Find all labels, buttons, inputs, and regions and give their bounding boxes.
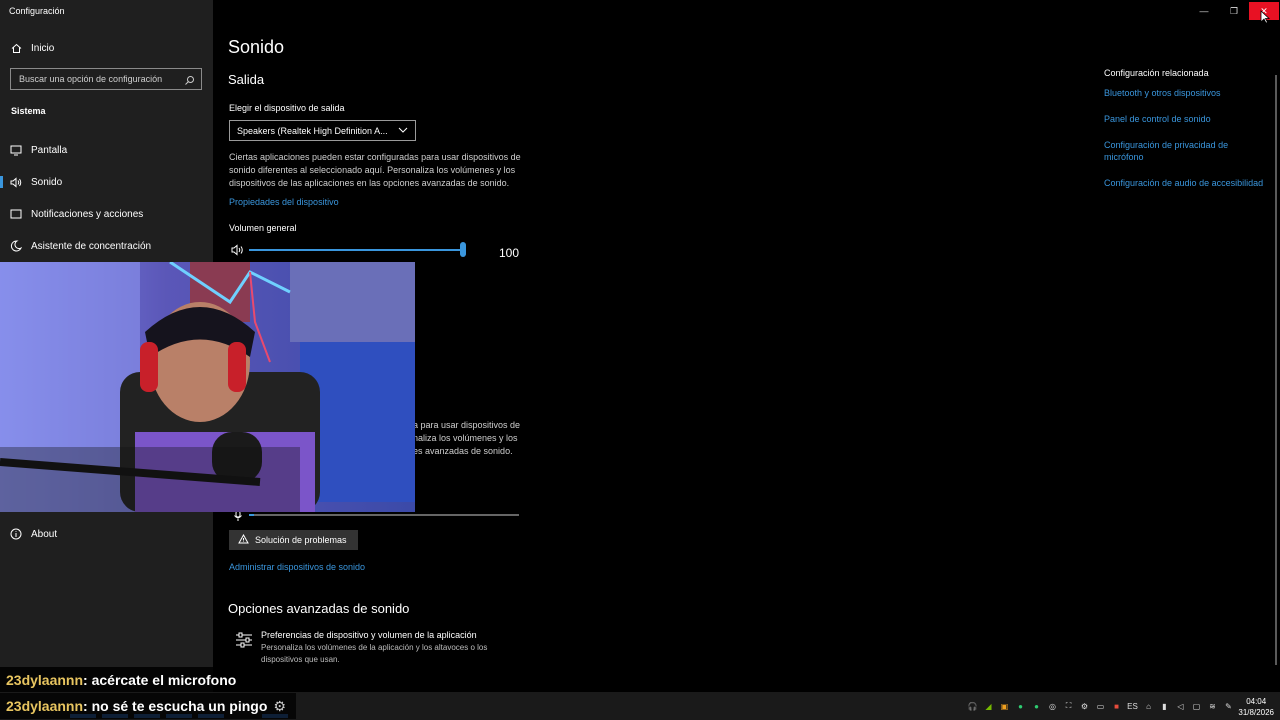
- sidebar-item-label: Sonido: [31, 176, 63, 188]
- app-title: Configuración: [9, 6, 65, 16]
- chevron-down-icon: [398, 126, 408, 136]
- related-link-sound-panel[interactable]: Panel de control de sonido: [1104, 113, 1264, 125]
- sliders-icon: [235, 632, 253, 666]
- restore-button[interactable]: ❐: [1219, 2, 1249, 20]
- minimize-button[interactable]: —: [1189, 2, 1219, 20]
- usb-icon[interactable]: ⌂: [1143, 701, 1154, 712]
- sidebar-item-notificaciones[interactable]: Notificaciones y acciones: [0, 200, 213, 228]
- monitor-icon: [10, 144, 22, 156]
- related-link-bluetooth[interactable]: Bluetooth y otros dispositivos: [1104, 87, 1264, 99]
- mouse-cursor-icon: [1260, 10, 1271, 29]
- related-heading: Configuración relacionada: [1104, 68, 1209, 78]
- network-icon[interactable]: ⛶: [1063, 701, 1074, 712]
- speaker-icon: [10, 176, 22, 188]
- volume-speaker-icon[interactable]: [231, 243, 245, 261]
- output-description: Ciertas aplicaciones pueden estar config…: [229, 152, 521, 188]
- output-device-select[interactable]: Speakers (Realtek High Definition A...: [229, 120, 416, 141]
- troubleshoot-button[interactable]: Solución de problemas: [229, 530, 358, 550]
- clock-time: 04:04: [1246, 697, 1267, 706]
- search-box[interactable]: [10, 68, 202, 90]
- volume-slider-thumb[interactable]: [460, 242, 466, 257]
- microphone-tray-icon[interactable]: ▮: [1159, 701, 1170, 712]
- clock[interactable]: 04:04 31/8/2026: [1238, 696, 1274, 718]
- antivirus-icon[interactable]: ◎: [1047, 701, 1058, 712]
- moon-icon: [10, 240, 22, 252]
- scrollbar[interactable]: [1275, 75, 1277, 665]
- output-device-value: Speakers (Realtek High Definition A...: [237, 125, 388, 136]
- chat-username: 23dylaannn: [6, 672, 84, 688]
- volume-slider-fill: [249, 249, 463, 251]
- related-settings: Configuración relacionada Bluetooth y ot…: [1104, 68, 1264, 203]
- recording-icon[interactable]: ■: [1111, 701, 1122, 712]
- manage-devices-link[interactable]: Administrar dispositivos de sonido: [229, 562, 365, 572]
- advanced-heading: Opciones avanzadas de sonido: [228, 601, 410, 616]
- language-icon[interactable]: ES: [1127, 701, 1138, 712]
- sidebar-item-label: Notificaciones y acciones: [31, 208, 144, 220]
- related-link-accessibility-audio[interactable]: Configuración de audio de accesibilidad: [1104, 177, 1264, 189]
- volume-label: Volumen general: [229, 223, 297, 233]
- section-title: Sistema: [11, 106, 46, 116]
- webcam-picture: [0, 262, 415, 512]
- input-description: a para usar dispositivos de naliza los v…: [413, 420, 521, 456]
- page-title: Sonido: [228, 37, 285, 57]
- nvidia-icon[interactable]: ◢: [983, 701, 994, 712]
- chat-text: : no sé te escucha un pingo: [83, 698, 268, 714]
- chat-username: 23dylaannn: [6, 698, 84, 714]
- app-volume-desc: Personaliza los volúmenes de la aplicaci…: [261, 643, 488, 664]
- chat-message: 23dylaannn : no sé te escucha un pingo ⚙: [0, 693, 296, 719]
- search-input[interactable]: [19, 74, 179, 84]
- output-device-label: Elegir el dispositivo de salida: [229, 103, 345, 113]
- search-icon[interactable]: [184, 73, 195, 91]
- status-icon[interactable]: ●: [1015, 701, 1026, 712]
- webcam-overlay: [0, 262, 415, 512]
- info-icon: [10, 528, 22, 540]
- app-icon[interactable]: ▣: [999, 701, 1010, 712]
- sidebar-item-sonido[interactable]: Sonido: [0, 168, 213, 196]
- monitor-tray-icon[interactable]: ▢: [1191, 701, 1202, 712]
- app-volume-preferences[interactable]: Preferencias de dispositivo y volumen de…: [235, 630, 511, 666]
- notification-icon: [10, 208, 22, 220]
- device-properties-link[interactable]: Propiedades del dispositivo: [229, 197, 339, 207]
- output-heading: Salida: [228, 72, 265, 87]
- battery-icon[interactable]: ▭: [1095, 701, 1106, 712]
- chat-text: : acércate el microfono: [83, 672, 237, 688]
- wifi-icon[interactable]: ≋: [1207, 701, 1218, 712]
- status-icon[interactable]: ●: [1031, 701, 1042, 712]
- mic-level-track: [249, 514, 519, 516]
- volume-icon[interactable]: ◁: [1175, 701, 1186, 712]
- chat-message: 23dylaannn : acércate el microfono: [0, 667, 244, 693]
- nav-item-home[interactable]: Inicio: [0, 34, 213, 62]
- troubleshoot-label: Solución de problemas: [255, 535, 347, 545]
- headset-icon[interactable]: 🎧: [967, 701, 978, 712]
- system-tray: 🎧 ◢ ▣ ● ● ◎ ⛶ ⚙ ▭ ■ ES ⌂ ▮ ◁ ▢ ≋ ✎: [967, 692, 1234, 720]
- app-volume-title: Preferencias de dispositivo y volumen de…: [261, 630, 477, 640]
- settings-icon[interactable]: ⚙: [1079, 701, 1090, 712]
- sidebar-item-label: Asistente de concentración: [31, 240, 152, 252]
- sidebar-item-concentracion[interactable]: Asistente de concentración: [0, 232, 213, 260]
- related-link-mic-privacy[interactable]: Configuración de privacidad de micrófono: [1104, 139, 1264, 163]
- sidebar-item-label: Pantalla: [31, 144, 68, 156]
- gear-icon: ⚙: [273, 697, 286, 714]
- sidebar-item-about[interactable]: About: [0, 520, 213, 548]
- sidebar-item-label: About: [31, 528, 58, 540]
- volume-value: 100: [499, 246, 520, 260]
- home-icon: [10, 42, 22, 54]
- sidebar-item-pantalla[interactable]: Pantalla: [0, 136, 213, 164]
- clock-date: 31/8/2026: [1238, 708, 1274, 717]
- pen-icon[interactable]: ✎: [1223, 701, 1234, 712]
- warning-icon: [238, 533, 249, 546]
- nav-home-label: Inicio: [31, 42, 55, 54]
- mic-level-fill: [249, 514, 255, 516]
